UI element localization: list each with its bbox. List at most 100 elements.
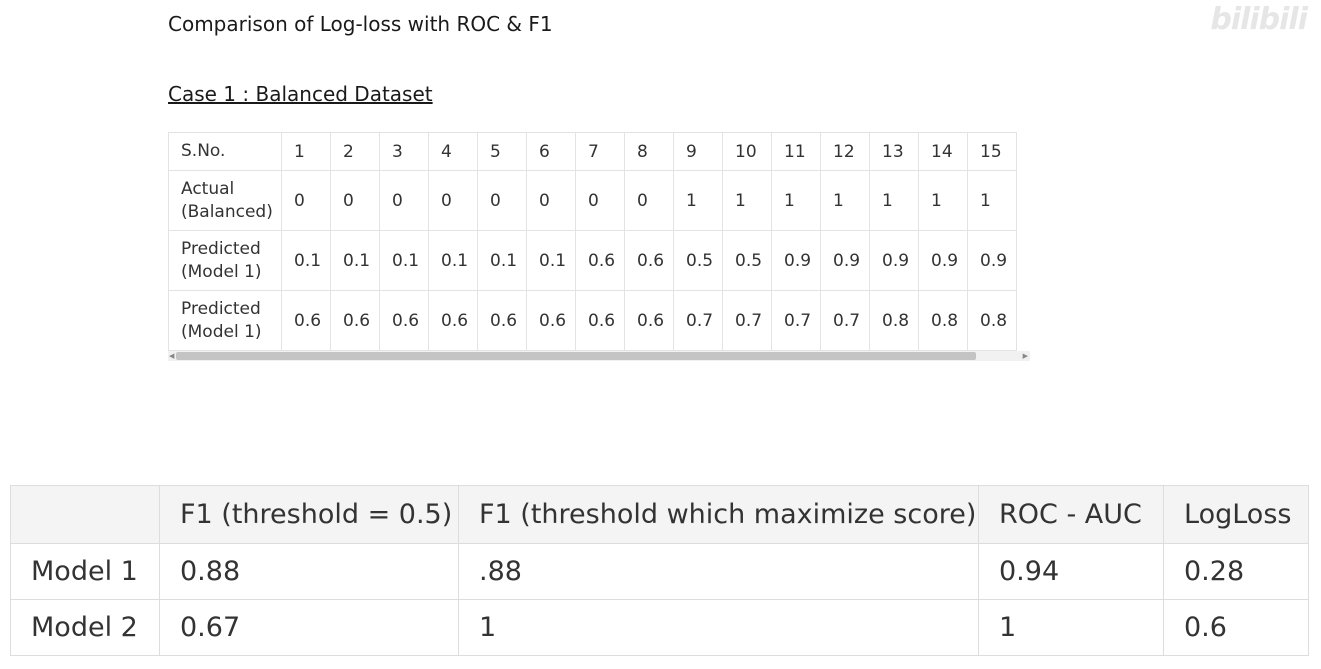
table-cell: 0.1 (379, 230, 429, 291)
horizontal-scrollbar[interactable]: ◀ ▶ (168, 351, 1030, 361)
column-header: 1 (281, 132, 331, 171)
table-cell: 0.7 (771, 290, 821, 351)
column-header: 4 (428, 132, 478, 171)
table-cell: 0.6 (624, 290, 674, 351)
column-header: 7 (575, 132, 625, 171)
table-cell: 0.6 (428, 290, 478, 351)
row-label: Predicted (Model 1) (168, 230, 282, 291)
column-header: 11 (771, 132, 821, 171)
table-cell: 1 (918, 170, 968, 231)
column-header: 3 (379, 132, 429, 171)
scroll-right-arrow-icon[interactable]: ▶ (1023, 351, 1028, 361)
table-cell: 1 (673, 170, 723, 231)
column-header: 2 (330, 132, 380, 171)
metric-value-cell: .88 (458, 543, 979, 600)
header-label: S.No. (168, 132, 282, 171)
table-row: Predicted (Model 1) 0.6 0.6 0.6 0.6 0.6 0.6 0.6 0… (168, 290, 1017, 351)
table-cell: 1 (820, 170, 870, 231)
data-table-container: S.No. 1 2 3 4 5 6 7 8 9 10 11 12 13 14 15 Actual (Balance… (168, 132, 1030, 361)
table-cell: 1 (722, 170, 772, 231)
table-cell: 0.6 (575, 230, 625, 291)
table-cell: 0.9 (771, 230, 821, 291)
table-cell: 0.7 (673, 290, 723, 351)
table-cell: 0 (575, 170, 625, 231)
table-cell: 0.6 (281, 290, 331, 351)
table-cell: 0.9 (869, 230, 919, 291)
scroll-left-arrow-icon[interactable]: ◀ (169, 351, 174, 361)
metrics-column-header: F1 (threshold which maximize score) (458, 485, 979, 544)
table-cell: 0.1 (526, 230, 576, 291)
row-label-line1: Predicted (181, 298, 261, 319)
data-table: S.No. 1 2 3 4 5 6 7 8 9 10 11 12 13 14 15 Actual (Balance… (168, 132, 1017, 351)
metric-value-cell: 0.94 (978, 543, 1164, 600)
table-cell: 1 (771, 170, 821, 231)
table-cell: 1 (967, 170, 1017, 231)
scrollbar-thumb[interactable] (176, 352, 976, 360)
column-header: 6 (526, 132, 576, 171)
table-cell: 0.9 (820, 230, 870, 291)
table-cell: 0.1 (477, 230, 527, 291)
metric-value-cell: 0.88 (159, 543, 459, 600)
row-label-line2: (Balanced) (181, 201, 273, 222)
row-label-line1: Actual (181, 178, 235, 199)
column-header: 13 (869, 132, 919, 171)
table-cell: 0.5 (722, 230, 772, 291)
table-cell: 0 (526, 170, 576, 231)
metrics-row: Model 2 0.67 1 1 0.6 (10, 599, 1309, 656)
table-cell: 0 (281, 170, 331, 231)
table-cell: 0.5 (673, 230, 723, 291)
table-cell: 0 (379, 170, 429, 231)
page-title: Comparison of Log-loss with ROC & F1 (168, 12, 553, 36)
metrics-row: Model 1 0.88.88 0.94 0.28 (10, 543, 1309, 600)
table-row: Actual (Balanced) 0 0 0 0 0 0 0 0 1 1 1 1 1 1 1 (168, 170, 1017, 231)
table-cell: 0.6 (379, 290, 429, 351)
metrics-header-row: F1 (threshold = 0.5) F1 (threshold which … (10, 485, 1309, 544)
column-header: 8 (624, 132, 674, 171)
row-label-line2: (Model 1) (181, 321, 262, 342)
column-header: 12 (820, 132, 870, 171)
metrics-column-header: LogLoss (1163, 485, 1309, 544)
metrics-column-header (10, 485, 160, 544)
row-label-line1: Predicted (181, 238, 261, 259)
table-cell: 0.9 (918, 230, 968, 291)
table-cell: 0.1 (330, 230, 380, 291)
section-heading: Case 1 : Balanced Dataset (168, 82, 433, 106)
table-cell: 0.6 (526, 290, 576, 351)
table-cell: 0.1 (281, 230, 331, 291)
table-cell: 0 (330, 170, 380, 231)
table-cell: 0.8 (869, 290, 919, 351)
metrics-table: F1 (threshold = 0.5) F1 (threshold which … (10, 485, 1309, 656)
metric-value-cell: 1 (978, 599, 1164, 656)
model-name-cell: Model 2 (10, 599, 160, 656)
table-row: Predicted (Model 1) 0.1 0.1 0.1 0.1 0.1 0.1 0.6 0… (168, 230, 1017, 291)
table-cell: 0.6 (477, 290, 527, 351)
row-label-line2: (Model 1) (181, 261, 262, 282)
column-header: 15 (967, 132, 1017, 171)
table-cell: 0 (624, 170, 674, 231)
table-cell: 0.6 (624, 230, 674, 291)
row-label: Actual (Balanced) (168, 170, 282, 231)
table-cell: 0 (428, 170, 478, 231)
metric-value-cell: 0.67 (159, 599, 459, 656)
metrics-column-header: ROC - AUC (978, 485, 1164, 544)
table-cell: 1 (869, 170, 919, 231)
bilibili-watermark: bilibili (1210, 2, 1308, 37)
table-cell: 0.1 (428, 230, 478, 291)
table-cell: 0.6 (575, 290, 625, 351)
table-cell: 0.8 (967, 290, 1017, 351)
table-cell: 0.8 (918, 290, 968, 351)
metrics-column-header: F1 (threshold = 0.5) (159, 485, 459, 544)
metric-value-cell: 0.6 (1163, 599, 1309, 656)
metric-value-cell: 0.28 (1163, 543, 1309, 600)
table-cell: 0.7 (722, 290, 772, 351)
column-header: 14 (918, 132, 968, 171)
table-cell: 0.9 (967, 230, 1017, 291)
table-cell: 0.7 (820, 290, 870, 351)
model-name-cell: Model 1 (10, 543, 160, 600)
table-cell: 0.6 (330, 290, 380, 351)
column-header: 10 (722, 132, 772, 171)
metric-value-cell: 1 (458, 599, 979, 656)
row-label: Predicted (Model 1) (168, 290, 282, 351)
table-header-row: S.No. 1 2 3 4 5 6 7 8 9 10 11 12 13 14 15 (168, 132, 1017, 171)
column-header: 9 (673, 132, 723, 171)
